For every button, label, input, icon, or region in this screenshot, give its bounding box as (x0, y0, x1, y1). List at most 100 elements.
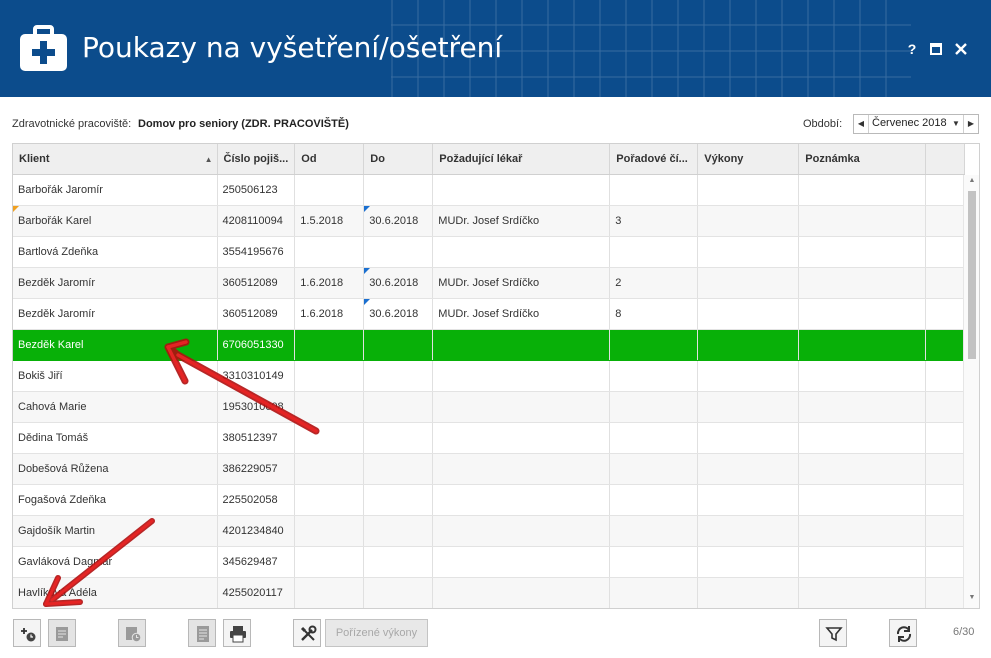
cell-klient[interactable]: Bartlová Zdeňka (13, 236, 218, 268)
cell-cislo[interactable]: 3554195676 (217, 236, 296, 268)
cell-od[interactable]: 1.5.2018 (294, 205, 365, 237)
table-row[interactable]: Gavláková Dagmar 345629487 (13, 546, 966, 578)
edit-voucher-button[interactable] (48, 619, 76, 647)
cell-poznamka[interactable] (798, 360, 927, 392)
table-row[interactable]: Havlíková Adéla 4255020117 (13, 577, 966, 608)
cell-vykony[interactable] (697, 174, 800, 206)
cell-poradove[interactable] (609, 546, 699, 578)
cell-do[interactable] (363, 577, 434, 608)
cell-cislo[interactable]: 225502058 (217, 484, 296, 516)
next-period-icon[interactable]: ▶ (963, 115, 978, 133)
scrollbar-thumb[interactable] (968, 191, 976, 359)
refresh-button[interactable] (889, 619, 917, 647)
cell-do[interactable] (363, 360, 434, 392)
cell-do[interactable] (363, 329, 434, 361)
prev-period-icon[interactable]: ◀ (854, 115, 869, 133)
table-row[interactable]: Bartlová Zdeňka 3554195676 (13, 236, 966, 268)
scroll-down-icon[interactable]: ▼ (964, 594, 979, 604)
cell-poradove[interactable] (609, 236, 699, 268)
cell-cislo[interactable]: 4208110094 (217, 205, 296, 237)
cell-do[interactable] (363, 236, 434, 268)
cell-od[interactable] (294, 329, 365, 361)
cell-poznamka[interactable] (798, 453, 927, 485)
cell-vykony[interactable] (697, 205, 800, 237)
cell-cislo[interactable]: 360512089 (217, 267, 296, 299)
cell-poradove[interactable] (609, 515, 699, 547)
cell-poradove[interactable]: 2 (609, 267, 699, 299)
cell-vykony[interactable] (697, 546, 800, 578)
cell-cislo[interactable]: 1953010008 (217, 391, 296, 423)
cell-lekar[interactable] (432, 391, 611, 423)
cell-poznamka[interactable] (798, 267, 927, 299)
tools-button[interactable] (293, 619, 321, 647)
cell-poradove[interactable] (609, 484, 699, 516)
print-button[interactable] (223, 619, 251, 647)
print-preview-button[interactable] (188, 619, 216, 647)
cell-klient[interactable]: Bezděk Jaromír (13, 267, 218, 299)
help-button[interactable]: ? (903, 40, 921, 58)
cell-do[interactable]: 30.6.2018 (363, 205, 434, 237)
cell-klient[interactable]: Gajdošík Martin (13, 515, 218, 547)
cell-do[interactable] (363, 484, 434, 516)
column-header-cislo[interactable]: Číslo pojiš... (217, 144, 296, 175)
add-voucher-button[interactable] (13, 619, 41, 647)
cell-poznamka[interactable] (798, 298, 927, 330)
cell-klient[interactable]: Barbořák Jaromír (13, 174, 218, 206)
performed-procedures-button[interactable]: Pořízené výkony (325, 619, 428, 647)
cell-od[interactable]: 1.6.2018 (294, 267, 365, 299)
cell-od[interactable]: 1.6.2018 (294, 298, 365, 330)
cell-od[interactable] (294, 174, 365, 206)
cell-cislo[interactable]: 3310310149 (217, 360, 296, 392)
cell-do[interactable] (363, 515, 434, 547)
column-header-vykony[interactable]: Výkony (697, 144, 800, 175)
cell-lekar[interactable]: MUDr. Josef Srdíčko (432, 267, 611, 299)
cell-od[interactable] (294, 546, 365, 578)
table-row[interactable]: Cahová Marie 1953010008 (13, 391, 966, 423)
cell-cislo[interactable]: 6706051330 (217, 329, 296, 361)
cell-do[interactable] (363, 453, 434, 485)
cell-lekar[interactable] (432, 360, 611, 392)
cell-poradove[interactable]: 3 (609, 205, 699, 237)
cell-od[interactable] (294, 515, 365, 547)
cell-poznamka[interactable] (798, 236, 927, 268)
cell-lekar[interactable] (432, 484, 611, 516)
cell-poznamka[interactable] (798, 422, 927, 454)
cell-cislo[interactable]: 4201234840 (217, 515, 296, 547)
table-row[interactable]: Dědina Tomáš 380512397 (13, 422, 966, 454)
column-header-lekar[interactable]: Požadující lékař (432, 144, 611, 175)
cell-cislo[interactable]: 250506123 (217, 174, 296, 206)
cell-cislo[interactable]: 380512397 (217, 422, 296, 454)
column-header-klient[interactable]: Klient ▲ (13, 144, 218, 175)
cell-klient[interactable]: Barbořák Karel (13, 205, 218, 237)
column-header-poznamka[interactable]: Poznámka (798, 144, 927, 175)
cell-lekar[interactable] (432, 577, 611, 608)
cell-poznamka[interactable] (798, 174, 927, 206)
cell-klient[interactable]: Gavláková Dagmar (13, 546, 218, 578)
cell-poznamka[interactable] (798, 484, 927, 516)
cell-klient[interactable]: Bezděk Jaromír (13, 298, 218, 330)
cell-cislo[interactable]: 4255020117 (217, 577, 296, 608)
cell-poradove[interactable] (609, 391, 699, 423)
cell-vykony[interactable] (697, 391, 800, 423)
cell-lekar[interactable] (432, 453, 611, 485)
cell-lekar[interactable]: MUDr. Josef Srdíčko (432, 298, 611, 330)
voucher-history-button[interactable] (118, 619, 146, 647)
cell-do[interactable] (363, 422, 434, 454)
cell-do[interactable] (363, 174, 434, 206)
cell-lekar[interactable] (432, 236, 611, 268)
cell-vykony[interactable] (697, 267, 800, 299)
cell-od[interactable] (294, 484, 365, 516)
table-row[interactable]: Barbořák Jaromír 250506123 (13, 174, 966, 206)
cell-klient[interactable]: Fogašová Zdeňka (13, 484, 218, 516)
cell-poznamka[interactable] (798, 329, 927, 361)
cell-lekar[interactable] (432, 422, 611, 454)
cell-lekar[interactable] (432, 174, 611, 206)
vertical-scrollbar[interactable]: ▲ ▼ (963, 175, 979, 608)
cell-cislo[interactable]: 360512089 (217, 298, 296, 330)
cell-lekar[interactable]: MUDr. Josef Srdíčko (432, 205, 611, 237)
cell-do[interactable]: 30.6.2018 (363, 267, 434, 299)
cell-klient[interactable]: Bezděk Karel (13, 329, 218, 361)
column-header-do[interactable]: Do (363, 144, 434, 175)
table-row[interactable]: Bokiš Jiří 3310310149 (13, 360, 966, 392)
cell-vykony[interactable] (697, 360, 800, 392)
